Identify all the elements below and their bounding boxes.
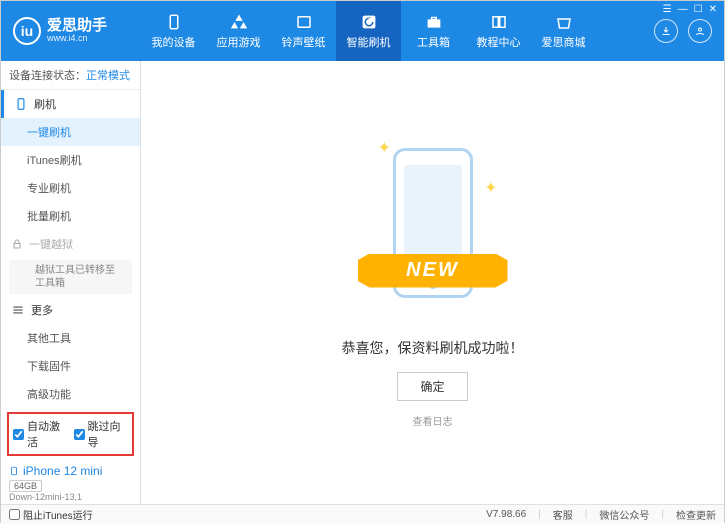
ok-button[interactable]: 确定 <box>397 372 467 401</box>
main-content: ✦ ✦ ✦ NEW 恭喜您，保资料刷机成功啦！ 确定 查看日志 <box>141 61 724 504</box>
refresh-icon <box>360 13 378 31</box>
nav-label: 应用游戏 <box>217 34 261 50</box>
nav-label: 教程中心 <box>477 34 521 50</box>
nav-label: 我的设备 <box>152 34 196 50</box>
minimize-icon[interactable]: — <box>678 4 688 15</box>
download-button[interactable] <box>654 19 678 43</box>
options-highlight: 自动激活 跳过向导 <box>7 412 134 456</box>
checkbox-skip-guide[interactable]: 跳过向导 <box>74 418 129 450</box>
checkbox-auto-activate[interactable]: 自动激活 <box>13 418 68 450</box>
nav-apps[interactable]: 应用游戏 <box>206 1 271 61</box>
section-jailbreak: 一键越狱 <box>1 230 140 258</box>
nav-label: 铃声壁纸 <box>282 34 326 50</box>
new-ribbon: NEW <box>358 254 508 288</box>
sparkle-icon: ✦ <box>378 138 391 158</box>
apps-icon <box>230 13 248 31</box>
logo-icon: iu <box>13 17 41 45</box>
connection-mode: 正常模式 <box>86 70 130 82</box>
toolbox-icon <box>425 13 443 31</box>
app-title: 爱思助手 <box>47 18 107 35</box>
phone-icon <box>14 97 28 111</box>
menu-icon[interactable]: ☰ <box>663 4 672 15</box>
sidebar: 设备连接状态：正常模式 刷机 一键刷机 iTunes刷机 专业刷机 批量刷机 一… <box>1 61 141 504</box>
version-label: V7.98.66 <box>486 509 526 520</box>
nav-ringtones[interactable]: 铃声壁纸 <box>271 1 336 61</box>
wallpaper-icon <box>295 13 313 31</box>
nav-label: 爱思商城 <box>542 34 586 50</box>
sidebar-item-batch[interactable]: 批量刷机 <box>1 202 140 230</box>
device-info[interactable]: iPhone 12 mini 64GB Down-12mini-13,1 <box>1 460 140 506</box>
sidebar-item-oneclick[interactable]: 一键刷机 <box>1 118 140 146</box>
store-icon <box>555 13 573 31</box>
section-flash[interactable]: 刷机 <box>1 90 140 118</box>
nav-my-device[interactable]: 我的设备 <box>141 1 206 61</box>
window-controls: ☰ — ☐ ✕ <box>663 4 717 15</box>
close-icon[interactable]: ✕ <box>709 4 717 15</box>
sidebar-item-itunes[interactable]: iTunes刷机 <box>1 146 140 174</box>
top-nav: 我的设备 应用游戏 铃声壁纸 智能刷机 工具箱 教程中心 爱思商城 <box>141 1 654 61</box>
section-more[interactable]: 更多 <box>1 296 140 324</box>
view-log-link[interactable]: 查看日志 <box>413 413 453 428</box>
sidebar-item-other[interactable]: 其他工具 <box>1 324 140 352</box>
maximize-icon[interactable]: ☐ <box>694 4 703 15</box>
footer: 阻止iTunes运行 V7.98.66 | 客服 | 微信公众号 | 检查更新 <box>1 504 724 524</box>
checkbox-block-itunes[interactable]: 阻止iTunes运行 <box>9 507 93 522</box>
sidebar-item-firmware[interactable]: 下载固件 <box>1 352 140 380</box>
sidebar-item-pro[interactable]: 专业刷机 <box>1 174 140 202</box>
sparkle-icon: ✦ <box>484 178 497 198</box>
nav-flash[interactable]: 智能刷机 <box>336 1 401 61</box>
update-link[interactable]: 检查更新 <box>676 507 716 522</box>
phone-icon <box>9 464 19 478</box>
support-link[interactable]: 客服 <box>553 507 573 522</box>
nav-label: 工具箱 <box>417 34 450 50</box>
phone-icon <box>165 13 183 31</box>
success-message: 恭喜您，保资料刷机成功啦！ <box>342 338 524 358</box>
header-right <box>654 19 712 43</box>
nav-store[interactable]: 爱思商城 <box>531 1 596 61</box>
success-illustration: ✦ ✦ ✦ NEW <box>368 138 498 318</box>
nav-label: 智能刷机 <box>347 34 391 50</box>
nav-tutorials[interactable]: 教程中心 <box>466 1 531 61</box>
storage-badge: 64GB <box>9 480 42 492</box>
header: iu 爱思助手 www.i4.cn 我的设备 应用游戏 铃声壁纸 智能刷机 工具… <box>1 1 724 61</box>
device-model: Down-12mini-13,1 <box>9 492 132 502</box>
wechat-link[interactable]: 微信公众号 <box>599 507 649 522</box>
logo: iu 爱思助手 www.i4.cn <box>13 17 141 45</box>
nav-toolbox[interactable]: 工具箱 <box>401 1 466 61</box>
connection-status: 设备连接状态：正常模式 <box>1 61 140 90</box>
lock-icon <box>11 238 23 250</box>
sidebar-item-advanced[interactable]: 高级功能 <box>1 380 140 408</box>
book-icon <box>490 13 508 31</box>
device-name: iPhone 12 mini <box>9 464 132 478</box>
user-button[interactable] <box>688 19 712 43</box>
more-icon <box>11 303 25 317</box>
jailbreak-note: 越狱工具已转移至工具箱 <box>9 260 132 294</box>
app-url: www.i4.cn <box>47 34 107 44</box>
